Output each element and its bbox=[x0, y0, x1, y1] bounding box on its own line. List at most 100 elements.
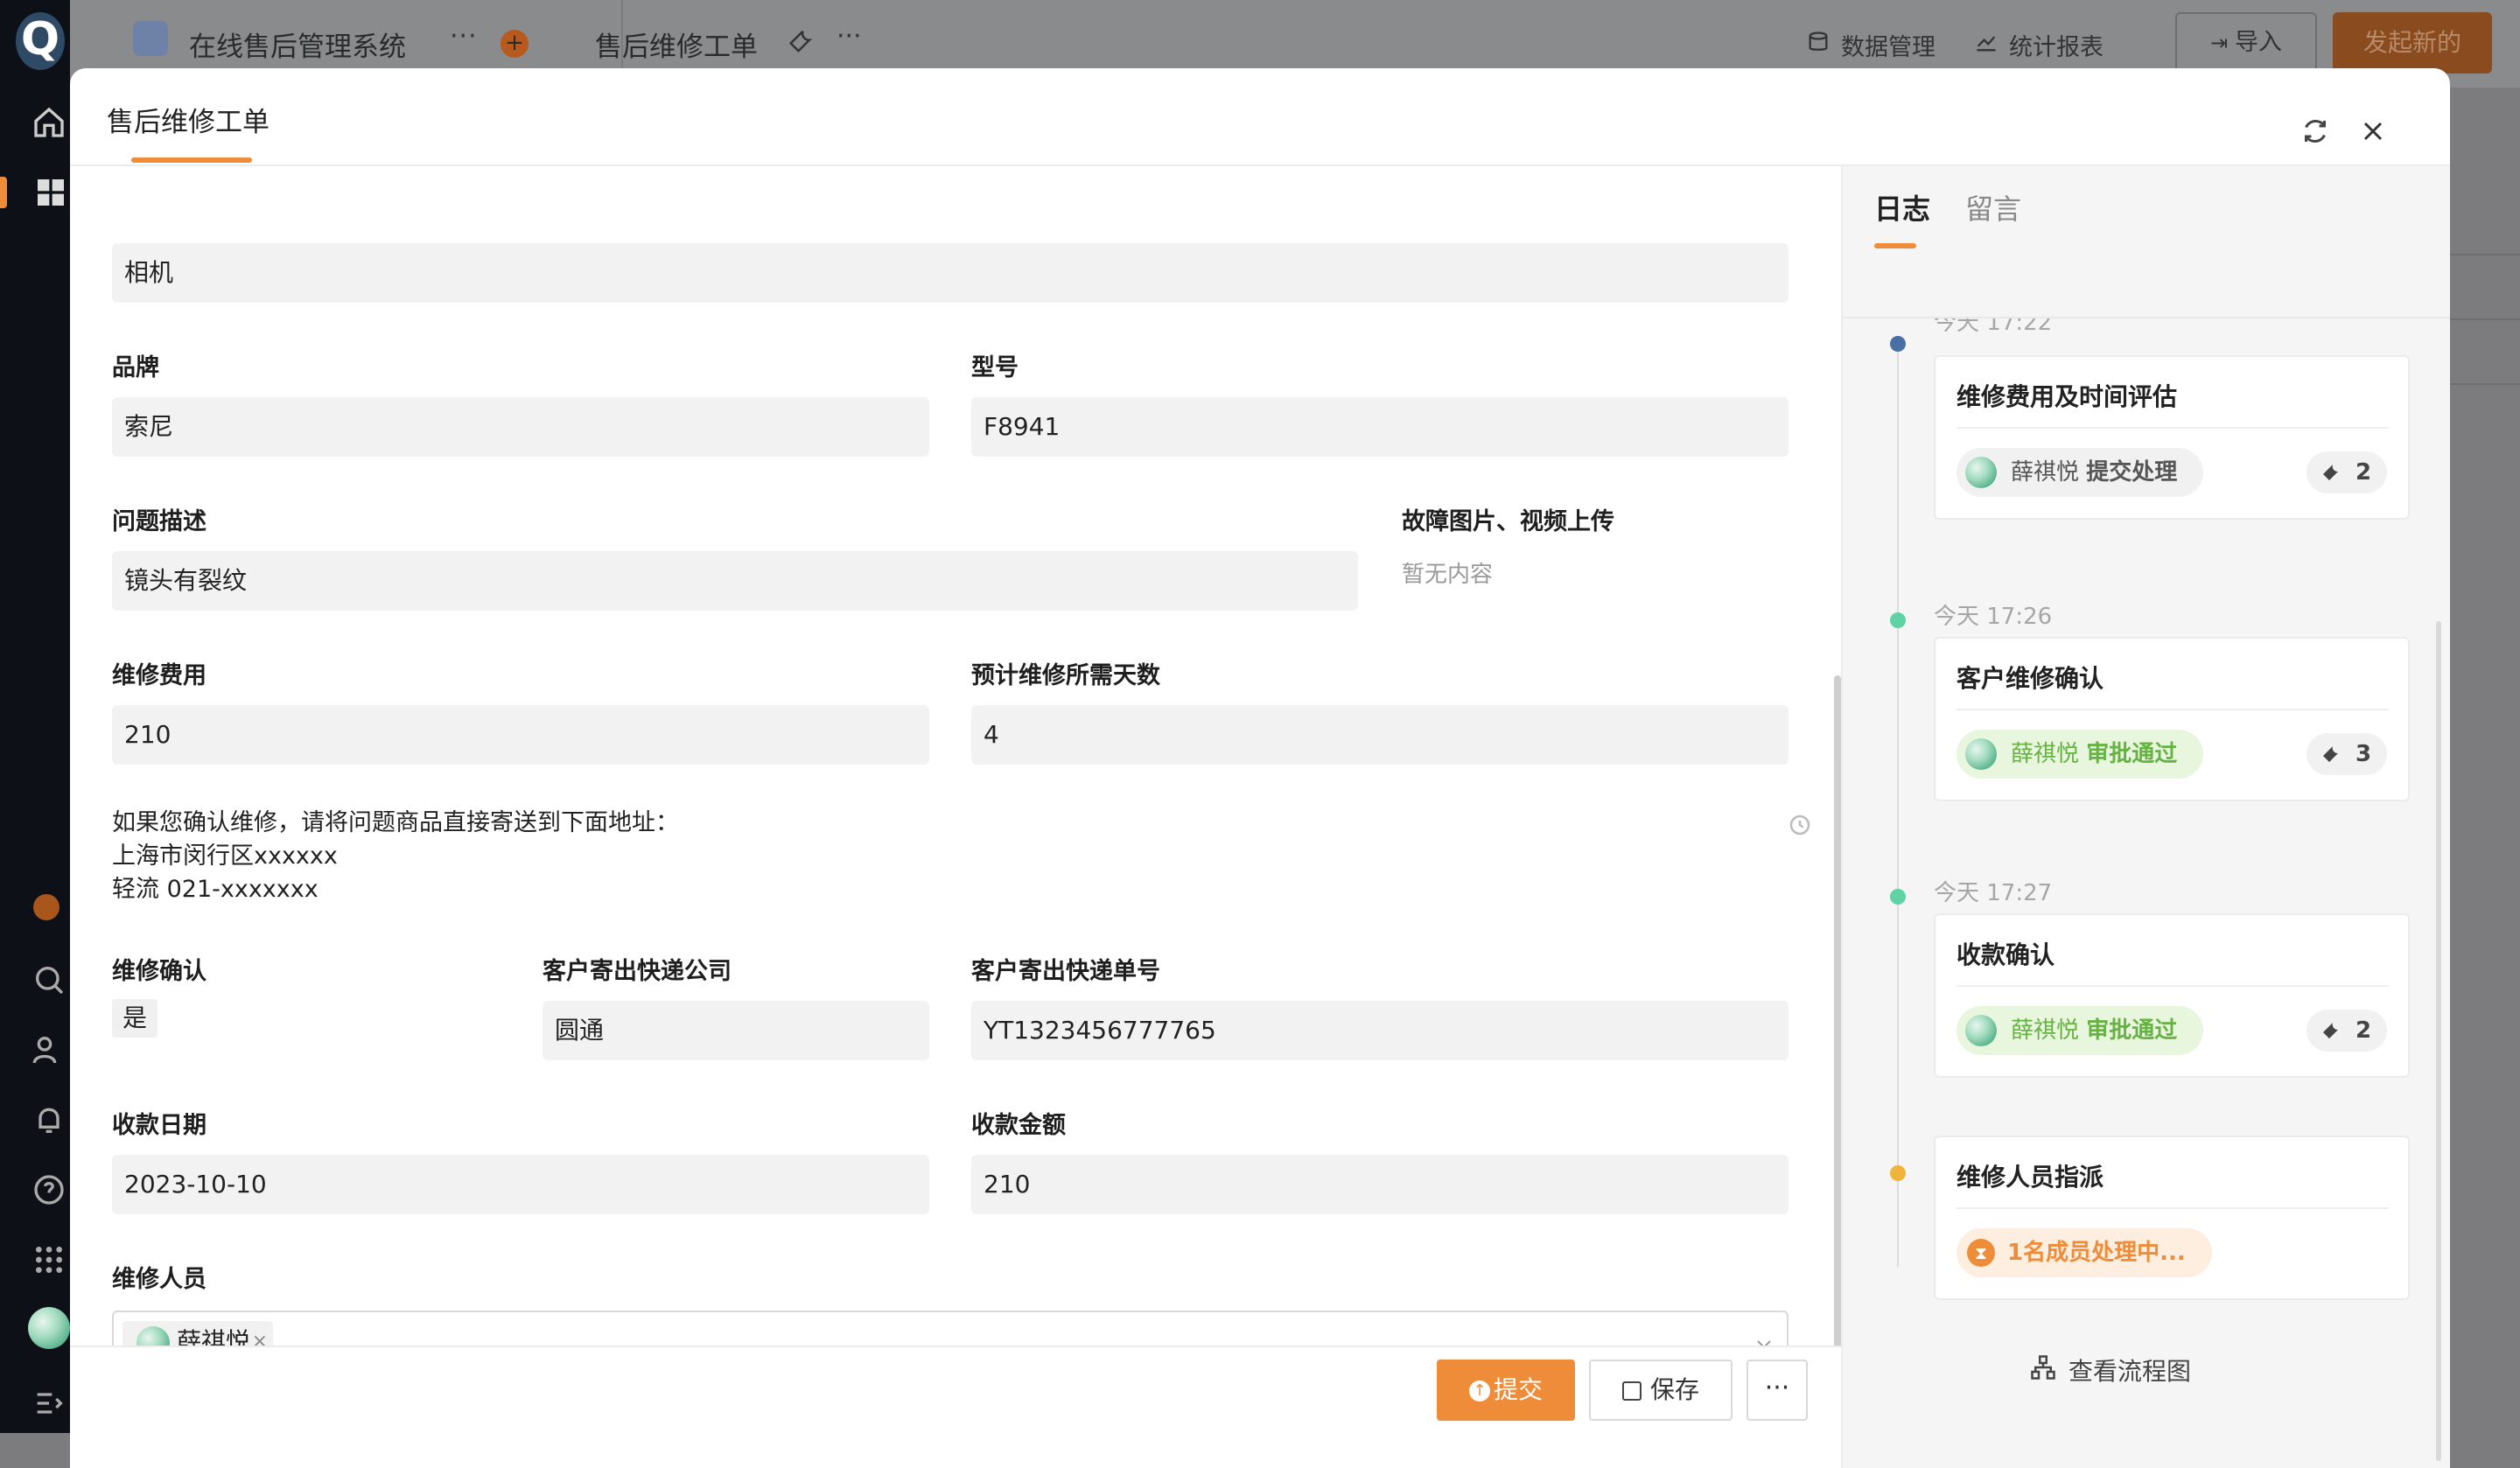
tab-log[interactable]: 日志 bbox=[1874, 187, 1930, 227]
upload-circle-icon: ↑ bbox=[1468, 1381, 1490, 1402]
add-icon[interactable] bbox=[33, 894, 60, 920]
user-status-pill: 薛祺悦 审批通过 bbox=[1956, 1006, 2204, 1055]
card-separator bbox=[1956, 985, 2389, 987]
user-name: 薛祺悦 bbox=[2011, 741, 2080, 767]
pay-amount-field[interactable]: 210 bbox=[971, 1155, 1788, 1214]
timeline-card[interactable]: 维修费用及时间评估 薛祺悦 提交处理 2 bbox=[1934, 355, 2410, 520]
card-title: 维修费用及时间评估 bbox=[1956, 382, 2178, 411]
refresh-icon[interactable] bbox=[2300, 115, 2331, 147]
flowchart-icon bbox=[2031, 1355, 2055, 1380]
count-badge[interactable]: 2 bbox=[2306, 451, 2387, 493]
timeline-dot bbox=[1890, 1165, 1906, 1181]
data-management-link[interactable]: 数据管理 bbox=[1806, 28, 1936, 62]
action-text: 审批通过 bbox=[2086, 1017, 2178, 1044]
form-scrollbar[interactable] bbox=[1834, 675, 1841, 1414]
import-icon: ⇥ bbox=[2209, 31, 2229, 55]
pay-amount-label: 收款金额 bbox=[971, 1112, 1066, 1139]
users-icon[interactable] bbox=[32, 1032, 66, 1067]
days-field[interactable]: 4 bbox=[971, 705, 1788, 765]
apps-grid-icon[interactable] bbox=[33, 175, 68, 210]
expand-nav-icon[interactable] bbox=[32, 1386, 66, 1421]
modal-header: 售后维修工单 bbox=[70, 68, 2450, 166]
app-more-icon[interactable]: ··· bbox=[450, 21, 478, 52]
card-title: 客户维修确认 bbox=[1956, 664, 2104, 693]
search-icon[interactable] bbox=[32, 962, 66, 997]
card-title: 维修人员指派 bbox=[1956, 1163, 2104, 1192]
processing-status-pill: ⧗ 1名成员处理中... bbox=[1956, 1228, 2212, 1277]
timeline-time: 今天 17:26 bbox=[1934, 604, 2053, 630]
category-field[interactable]: 相机 bbox=[112, 243, 1788, 303]
notice-line: 上海市闵行区xxxxxx bbox=[112, 842, 338, 870]
user-name: 薛祺悦 bbox=[2011, 1017, 2080, 1044]
user-avatar bbox=[1965, 457, 1997, 488]
card-separator bbox=[1956, 1207, 2389, 1209]
brand-field[interactable]: 索尼 bbox=[112, 397, 929, 457]
statistics-link[interactable]: 统计报表 bbox=[1974, 28, 2104, 62]
model-field[interactable]: F8941 bbox=[971, 397, 1788, 457]
modal-title: 售后维修工单 bbox=[107, 107, 270, 138]
import-button[interactable]: ⇥ 导入 bbox=[2175, 12, 2317, 73]
user-avatar bbox=[1965, 1015, 1997, 1046]
app-name[interactable]: 在线售后管理系统 bbox=[189, 24, 406, 64]
apps-dots-icon[interactable] bbox=[32, 1242, 66, 1277]
save-icon bbox=[1621, 1381, 1642, 1401]
history-icon[interactable] bbox=[1787, 812, 1813, 838]
background-divider bbox=[2450, 318, 2520, 320]
timeline-card[interactable]: 客户维修确认 薛祺悦 审批通过 3 bbox=[1934, 637, 2410, 801]
form-area: 相机 品牌 索尼 型号 F8941 问题描述 镜头有裂纹 故障图片、视频上传 暂… bbox=[70, 166, 1841, 1416]
tracking-label: 客户寄出快递单号 bbox=[971, 958, 1160, 985]
tab-comments[interactable]: 留言 bbox=[1965, 187, 2021, 227]
submit-label: 提交 bbox=[1493, 1375, 1543, 1404]
user-status-pill: 薛祺悦 审批通过 bbox=[1956, 730, 2204, 779]
app-icon bbox=[133, 21, 168, 56]
timeline-line bbox=[1897, 339, 1899, 1267]
count-badge[interactable]: 2 bbox=[2306, 1010, 2387, 1052]
count-badge[interactable]: 3 bbox=[2306, 733, 2387, 775]
view-flowchart-label: 查看流程图 bbox=[2068, 1357, 2192, 1386]
courier-field[interactable]: 圆通 bbox=[542, 1001, 929, 1060]
problem-field[interactable]: 镜头有裂纹 bbox=[112, 551, 1358, 611]
import-label: 导入 bbox=[2235, 29, 2283, 56]
work-order-modal: 售后维修工单 相机 品牌 索尼 型号 F8941 问题描述 镜头有裂纹 故障图片… bbox=[70, 68, 2450, 1468]
close-icon[interactable] bbox=[2357, 115, 2389, 147]
submit-button[interactable]: ↑ 提交 bbox=[1437, 1360, 1575, 1421]
log-panel: 日志 留言 今天 17:22 维修费用及时间评估 薛祺悦 提交处理 2 今天 1… bbox=[1841, 166, 2450, 1468]
hourglass-icon: ⧗ bbox=[1967, 1239, 1995, 1267]
save-button[interactable]: 保存 bbox=[1589, 1360, 1732, 1421]
user-avatar[interactable] bbox=[28, 1307, 70, 1349]
shipping-notice: 如果您确认维修，请将问题商品直接寄送到下面地址： 上海市闵行区xxxxxx 轻流… bbox=[112, 807, 679, 906]
courier-label: 客户寄出快递公司 bbox=[542, 958, 732, 985]
notice-line: 轻流 021-xxxxxxx bbox=[112, 876, 318, 903]
upload-empty-text: 暂无内容 bbox=[1402, 562, 1494, 588]
problem-label: 问题描述 bbox=[112, 508, 206, 535]
active-indicator bbox=[0, 177, 7, 208]
card-separator bbox=[1956, 427, 2389, 429]
add-app-icon[interactable]: + bbox=[500, 30, 528, 58]
wrench-icon bbox=[2323, 746, 2338, 762]
page-more-icon[interactable]: ··· bbox=[836, 21, 862, 52]
wrench-icon bbox=[2323, 465, 2338, 480]
timeline-card[interactable]: 收款确认 薛祺悦 审批通过 2 bbox=[1934, 913, 2410, 1078]
view-flowchart-link[interactable]: 查看流程图 bbox=[2031, 1353, 2192, 1388]
user-avatar bbox=[1965, 738, 1997, 770]
brand-label: 品牌 bbox=[112, 354, 159, 381]
wrench-icon[interactable] bbox=[788, 28, 814, 54]
logo[interactable]: Q bbox=[16, 12, 65, 70]
tracking-field[interactable]: YT1323456777765 bbox=[971, 1001, 1788, 1060]
home-icon[interactable] bbox=[32, 105, 66, 140]
fee-field[interactable]: 210 bbox=[112, 705, 929, 765]
log-panel-scrollbar[interactable] bbox=[2436, 621, 2441, 1461]
bell-icon[interactable] bbox=[32, 1102, 66, 1137]
timeline-dot bbox=[1890, 336, 1906, 352]
background-divider bbox=[2450, 254, 2520, 255]
timeline-card[interactable]: 维修人员指派 ⧗ 1名成员处理中... bbox=[1934, 1136, 2410, 1300]
help-icon[interactable] bbox=[32, 1172, 66, 1207]
card-title: 收款确认 bbox=[1956, 940, 2055, 969]
fee-label: 维修费用 bbox=[112, 662, 206, 689]
new-record-button[interactable]: 发起新的 bbox=[2333, 12, 2492, 73]
pay-date-field[interactable]: 2023-10-10 bbox=[112, 1155, 929, 1214]
timeline-dot bbox=[1890, 612, 1906, 628]
title-underline bbox=[131, 157, 252, 163]
count-value: 3 bbox=[2356, 741, 2372, 767]
more-actions-button[interactable]: ··· bbox=[1746, 1360, 1808, 1421]
